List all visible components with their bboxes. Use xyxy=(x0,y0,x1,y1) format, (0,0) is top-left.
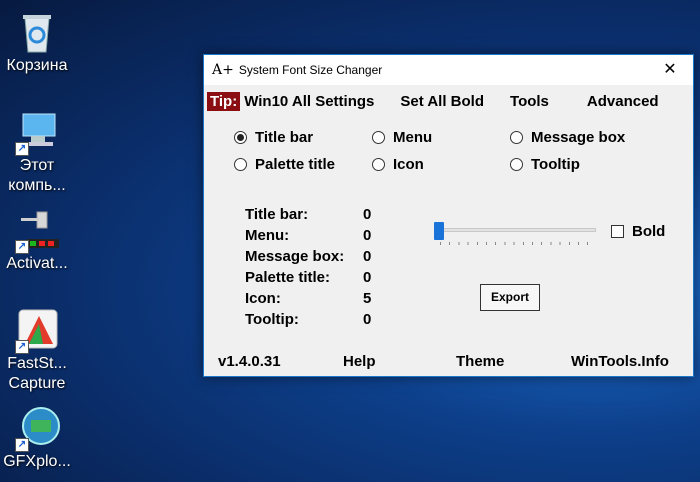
radio-dot xyxy=(510,130,523,144)
export-button[interactable]: Export xyxy=(480,284,540,311)
faststone-label: FastSt... Capture xyxy=(7,355,67,392)
menu-win10-all-settings[interactable]: Win10 All Settings xyxy=(244,93,374,110)
menu-set-all-bold[interactable]: Set All Bold xyxy=(400,93,484,110)
activator-label: Activat... xyxy=(6,255,68,272)
this-pc-label: Этот компь... xyxy=(8,157,66,194)
radio-dot xyxy=(234,157,247,171)
version-label: v1.4.0.31 xyxy=(218,353,281,370)
value-row-message-box: Message box: 0 xyxy=(245,248,372,265)
wintools-link[interactable]: WinTools.Info xyxy=(571,353,669,370)
value-row-icon: Icon: 5 xyxy=(245,290,372,307)
app-font-icon: A+ xyxy=(212,62,234,78)
bold-label: Bold xyxy=(632,223,666,240)
bold-checkbox[interactable]: Bold xyxy=(611,223,665,240)
radio-menu[interactable]: Menu xyxy=(372,127,432,147)
size-values-list: Title bar: 0 Menu: 0 Message box: 0 Palette… xyxy=(245,206,371,332)
title-bar[interactable]: A+ System Font Size Changer ✕ xyxy=(204,55,693,85)
desktop-icon-faststone[interactable]: ↗ FastSt... Capture xyxy=(0,306,74,394)
radio-title-bar[interactable]: Title bar xyxy=(234,127,313,147)
value-row-title-bar: Title bar: 0 xyxy=(245,206,372,223)
radio-tooltip[interactable]: Tooltip xyxy=(510,154,580,174)
radio-dot xyxy=(234,130,247,144)
shortcut-arrow-icon: ↗ xyxy=(15,340,29,354)
tip-badge[interactable]: Tip: xyxy=(207,91,241,111)
menu-tools[interactable]: Tools xyxy=(510,93,549,110)
recycle-bin-label: Корзина xyxy=(6,57,68,74)
font-size-changer-window: A+ System Font Size Changer ✕ Tip: Win10… xyxy=(203,54,694,377)
radio-palette-title[interactable]: Palette title xyxy=(234,154,335,174)
radio-dot xyxy=(372,130,385,144)
shortcut-arrow-icon: ↗ xyxy=(15,142,29,156)
pushpin-icon: ↗ xyxy=(13,206,61,254)
radio-dot xyxy=(372,157,385,171)
shortcut-arrow-icon: ↗ xyxy=(15,438,29,452)
value-row-menu: Menu: 0 xyxy=(245,227,372,244)
value-row-palette-title: Palette title: 0 xyxy=(245,269,372,286)
computer-icon: ↗ xyxy=(13,108,61,156)
size-slider-thumb[interactable] xyxy=(434,222,444,240)
desktop-icon-this-pc[interactable]: ↗ Этот компь... xyxy=(0,108,74,196)
faststone-capture-icon: ↗ xyxy=(13,306,61,354)
slider-ticks xyxy=(440,242,596,245)
desktop-icon-activator[interactable]: ↗ Activat... xyxy=(0,206,74,274)
theme-link[interactable]: Theme xyxy=(456,353,504,370)
desktop-icon-gfxplorer[interactable]: ↗ GFXplo... xyxy=(0,404,74,472)
radio-dot xyxy=(510,157,523,171)
gfxplorer-label: GFXplo... xyxy=(3,453,71,470)
desktop-icon-recycle-bin[interactable]: Корзина xyxy=(0,8,74,76)
menu-bar: Tip: Win10 All Settings Set All Bold Too… xyxy=(204,85,693,117)
window-title: System Font Size Changer xyxy=(238,63,383,77)
radio-icon[interactable]: Icon xyxy=(372,154,424,174)
close-icon[interactable]: ✕ xyxy=(647,55,693,85)
checkbox-box xyxy=(611,225,624,238)
recycle-bin-icon xyxy=(13,8,61,56)
gfxplorer-icon: ↗ xyxy=(13,404,61,452)
menu-advanced[interactable]: Advanced xyxy=(587,93,659,110)
size-slider-track[interactable] xyxy=(436,228,596,232)
radio-message-box[interactable]: Message box xyxy=(510,127,625,147)
help-link[interactable]: Help xyxy=(343,353,376,370)
value-row-tooltip: Tooltip: 0 xyxy=(245,311,372,328)
shortcut-arrow-icon: ↗ xyxy=(15,240,29,254)
